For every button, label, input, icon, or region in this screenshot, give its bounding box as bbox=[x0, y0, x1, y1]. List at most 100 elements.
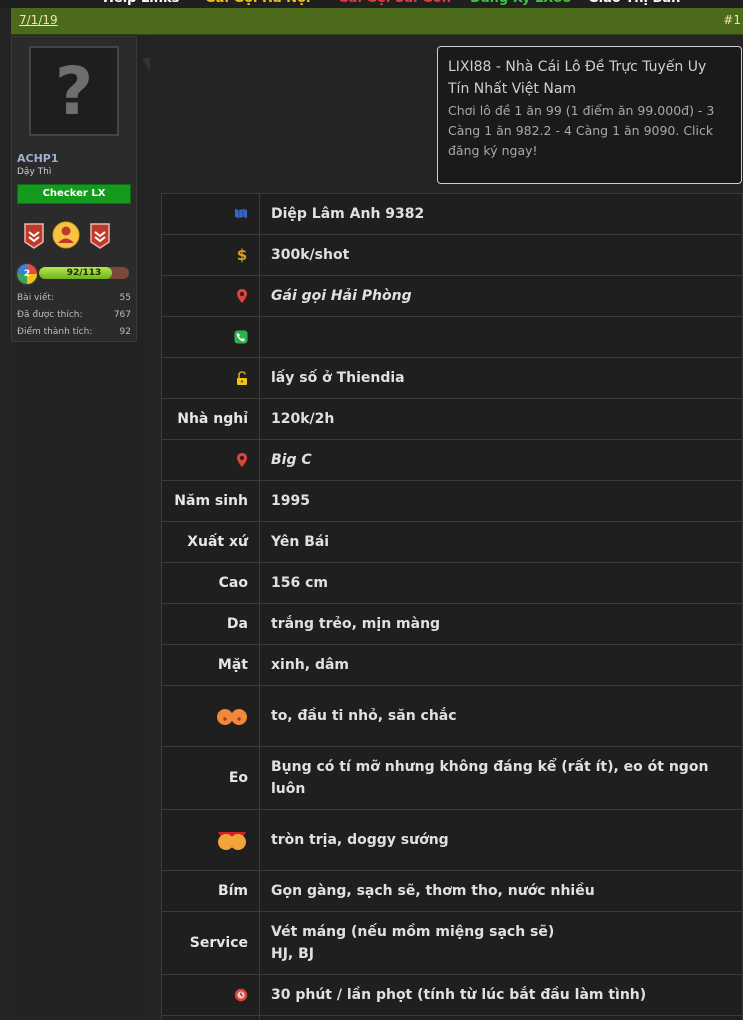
row-label: $ bbox=[161, 234, 260, 276]
profile-info-table: Diệp Lâm Anh 9382 $ 300k/shot Gái gọi Hả… bbox=[161, 193, 743, 1020]
stat-points: Điểm thành tích: 92 bbox=[17, 327, 131, 337]
stat-value[interactable]: 767 bbox=[114, 310, 131, 320]
row-value: 156 cm bbox=[259, 562, 743, 604]
post-date-link[interactable]: 7/1/19 bbox=[19, 13, 58, 27]
ad-title[interactable]: LIXI88 - Nhà Cái Lô Đề Trực Tuyến Uy Tín… bbox=[448, 56, 731, 100]
row-value: Vét máng (nếu mồm miệng sạch sẽ) HJ, BJ bbox=[259, 911, 743, 975]
table-row: $ 300k/shot bbox=[161, 234, 743, 276]
avatar-placeholder-icon: ? bbox=[54, 52, 94, 130]
row-value: 300k/shot bbox=[259, 234, 743, 276]
row-label bbox=[161, 193, 260, 235]
row-value: Big C bbox=[259, 439, 743, 481]
row-label bbox=[161, 974, 260, 1016]
flag-icon bbox=[235, 209, 247, 218]
table-row: Xuất xứ Yên Bái bbox=[161, 521, 743, 563]
dollar-icon: $ bbox=[237, 247, 247, 263]
level-badge-icon: 2 bbox=[15, 262, 39, 286]
row-label: Bím bbox=[161, 870, 260, 912]
row-label bbox=[161, 439, 260, 481]
trophy-medal-icon bbox=[52, 221, 80, 249]
row-value: tròn trịa, doggy sướng bbox=[259, 809, 743, 871]
post-number-link[interactable]: #1 bbox=[723, 13, 741, 27]
table-row: Eo Bụng có tí mỡ nhưng không đáng kể (rấ… bbox=[161, 746, 743, 810]
timer-icon bbox=[234, 988, 248, 1002]
row-value: 1995 bbox=[259, 480, 743, 522]
map-pin-icon bbox=[237, 289, 247, 303]
row-label: Xuất xứ bbox=[161, 521, 260, 563]
xp-progress-text: 92/113 bbox=[66, 268, 102, 278]
table-row: Big C bbox=[161, 439, 743, 481]
top-nav: Help Links Gái Gọi Hà Nội Gái Gọi Sài Gò… bbox=[0, 0, 743, 8]
user-group-button[interactable]: Checker LX bbox=[17, 184, 131, 204]
row-value: Gái gọi Hải Phòng bbox=[259, 275, 743, 317]
row-value: xinh, dâm bbox=[259, 644, 743, 686]
table-row: tròn trịa, doggy sướng bbox=[161, 809, 743, 871]
row-label: Nhà nghỉ bbox=[161, 398, 260, 440]
nav-link-2[interactable]: Gái Gọi Hà Nội bbox=[205, 0, 310, 6]
row-label: Eo bbox=[161, 746, 260, 810]
row-label: Năm sinh bbox=[161, 480, 260, 522]
row-value: Yên Bái bbox=[259, 521, 743, 563]
table-row bbox=[161, 316, 743, 358]
table-row: Nhà nghỉ 120k/2h bbox=[161, 398, 743, 440]
row-value: trắng trẻo, mịn màng bbox=[259, 603, 743, 645]
row-label bbox=[161, 357, 260, 399]
table-row: Da trắng trẻo, mịn màng bbox=[161, 603, 743, 645]
avatar[interactable]: ? bbox=[29, 46, 119, 136]
row-label bbox=[161, 316, 260, 358]
row-label bbox=[161, 809, 260, 871]
row-value: to, đầu ti nhỏ, săn chắc bbox=[259, 685, 743, 747]
nav-link-4[interactable]: Đăng Ký LX88 bbox=[470, 0, 571, 6]
xp-progress-bar: 92/113 bbox=[39, 267, 129, 279]
table-row: to, đầu ti nhỏ, săn chắc bbox=[161, 685, 743, 747]
row-label: Da bbox=[161, 603, 260, 645]
butt-icon bbox=[218, 832, 246, 850]
row-label bbox=[161, 1015, 260, 1020]
username[interactable]: ACHP1 bbox=[17, 152, 59, 165]
table-row: 30 phút / lần phọt (tính từ lúc bắt đầu … bbox=[161, 974, 743, 1016]
stat-label: Điểm thành tích: bbox=[17, 327, 93, 337]
row-label: Mặt bbox=[161, 644, 260, 686]
rank-chevron-icon bbox=[24, 223, 44, 249]
rank-chevron-icon bbox=[90, 223, 110, 249]
row-value bbox=[259, 316, 743, 358]
ad-description[interactable]: Chơi lô đề 1 ăn 99 (1 điểm ăn 99.000đ) -… bbox=[448, 101, 731, 161]
stat-value[interactable]: 55 bbox=[120, 293, 131, 303]
stat-label: Bài viết: bbox=[17, 293, 54, 303]
row-value-line: Vét máng (nếu mồm miệng sạch sẽ) bbox=[271, 924, 555, 940]
table-row: Năm sinh 1995 bbox=[161, 480, 743, 522]
phone-icon bbox=[234, 330, 248, 344]
table-row: Service Vét máng (nếu mồm miệng sạch sẽ)… bbox=[161, 911, 743, 975]
stat-likes: Đã được thích: 767 bbox=[17, 310, 131, 320]
svg-text:$: $ bbox=[237, 247, 247, 263]
table-row: Mặt xinh, dâm bbox=[161, 644, 743, 686]
row-label bbox=[161, 685, 260, 747]
stat-value[interactable]: 92 bbox=[120, 327, 131, 337]
user-title: Dậy Thì bbox=[17, 167, 52, 177]
unlock-icon bbox=[237, 370, 247, 385]
row-value-line: HJ, BJ bbox=[271, 946, 314, 962]
table-row: Diệp Lâm Anh 9382 bbox=[161, 193, 743, 235]
nav-link-5[interactable]: Giao Thị Bán bbox=[588, 0, 680, 6]
bust-icon bbox=[217, 709, 247, 725]
nav-link-help[interactable]: Help Links bbox=[103, 0, 179, 6]
table-row: Gái gọi Hải Phòng bbox=[161, 275, 743, 317]
row-value: Diệp Lâm Anh 9382 bbox=[259, 193, 743, 235]
map-pin-icon bbox=[237, 453, 247, 467]
row-value: 120k/2h bbox=[259, 398, 743, 440]
row-label bbox=[161, 275, 260, 317]
table-row bbox=[161, 1015, 743, 1020]
row-value: 30 phút / lần phọt (tính từ lúc bắt đầu … bbox=[259, 974, 743, 1016]
row-value: Bụng có tí mỡ nhưng không đáng kể (rất í… bbox=[259, 746, 743, 810]
post-header-bar: 7/1/19 #1 bbox=[11, 8, 743, 35]
user-column: ? ACHP1 Dậy Thì Checker LX 92/113 2 Bài … bbox=[11, 36, 151, 1020]
row-value bbox=[259, 1015, 743, 1020]
stat-posts: Bài viết: 55 bbox=[17, 293, 131, 303]
table-row: Cao 156 cm bbox=[161, 562, 743, 604]
row-value: lấy số ở Thiendia bbox=[259, 357, 743, 399]
user-card: ? ACHP1 Dậy Thì Checker LX 92/113 2 Bài … bbox=[11, 36, 137, 342]
ad-box[interactable]: LIXI88 - Nhà Cái Lô Đề Trực Tuyến Uy Tín… bbox=[437, 46, 742, 184]
table-row: lấy số ở Thiendia bbox=[161, 357, 743, 399]
nav-link-3[interactable]: Gái Gọi Sài Gòn bbox=[338, 0, 451, 6]
row-label: Cao bbox=[161, 562, 260, 604]
